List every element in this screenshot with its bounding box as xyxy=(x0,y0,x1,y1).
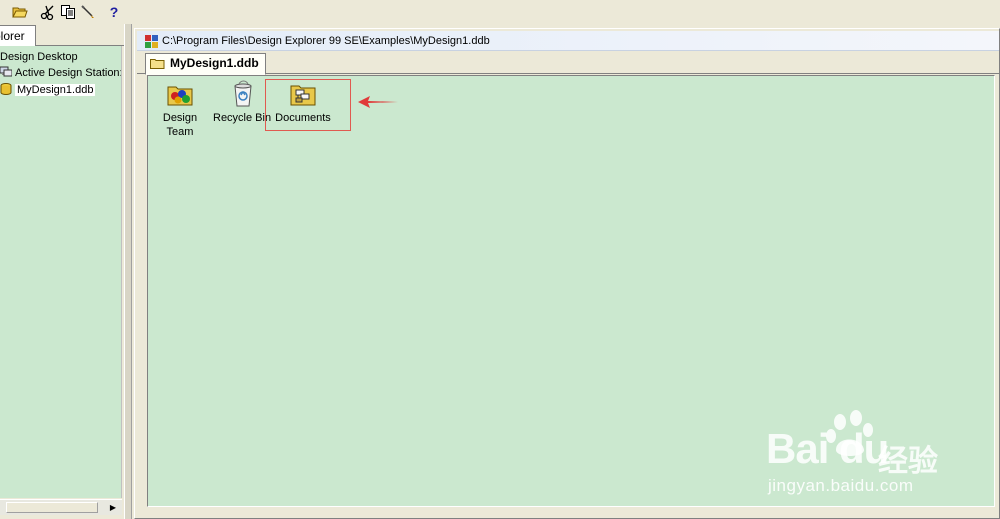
folder-icon xyxy=(150,59,165,69)
scrollbar-thumb[interactable] xyxy=(6,502,98,513)
open-folder-button[interactable] xyxy=(10,2,30,21)
panel-splitter[interactable] xyxy=(124,24,132,519)
copy-button[interactable] xyxy=(58,2,78,21)
item-label-line2: Team xyxy=(166,126,194,138)
paste-icon xyxy=(81,4,94,18)
explorer-panel: plorer Design Desktop Active Design Stat… xyxy=(0,24,124,519)
tree-item-label: Design Desktop xyxy=(0,51,78,63)
tab-mydesign1[interactable]: MyDesign1.ddb xyxy=(145,53,266,75)
database-window-icon xyxy=(145,35,158,48)
design-team-icon xyxy=(167,86,193,106)
tree-item-label: MyDesign1.ddb xyxy=(15,84,96,96)
tab-explorer-label: plorer xyxy=(0,29,25,43)
explorer-tree: Design Desktop Active Design Station: My… xyxy=(0,46,122,498)
paste-button[interactable] xyxy=(78,2,98,21)
item-label-line1: Design xyxy=(162,112,198,124)
explorer-horizontal-scrollbar[interactable]: ▶ xyxy=(0,499,122,515)
item-design-team[interactable]: Design Team xyxy=(149,79,211,139)
open-folder-icon xyxy=(12,7,28,17)
highlight-box xyxy=(265,79,351,131)
document-tab-strip: MyDesign1.ddb xyxy=(137,52,999,75)
document-title: C:\Program Files\Design Explorer 99 SE\E… xyxy=(162,35,490,47)
tab-mydesign1-label: MyDesign1.ddb xyxy=(170,56,259,70)
database-icon xyxy=(0,83,12,95)
tab-explorer[interactable]: plorer xyxy=(0,25,36,46)
scroll-right-arrow-icon[interactable]: ▶ xyxy=(108,502,118,513)
document-canvas: Design Team Recycle Bin Documents xyxy=(147,75,995,507)
cut-icon xyxy=(40,5,54,20)
help-icon: ? xyxy=(109,3,119,20)
red-arrow-icon xyxy=(358,96,398,108)
cut-button[interactable] xyxy=(38,2,58,21)
explorer-tab-strip: plorer xyxy=(0,24,124,46)
document-window: C:\Program Files\Design Explorer 99 SE\E… xyxy=(134,28,1000,519)
help-button[interactable]: ? xyxy=(104,2,124,21)
tree-item-design-desktop[interactable]: Design Desktop xyxy=(0,50,78,65)
copy-icon xyxy=(61,4,75,19)
station-icon xyxy=(0,66,12,77)
tree-item-mydesign1[interactable]: MyDesign1.ddb xyxy=(0,83,96,98)
tree-item-active-design-station[interactable]: Active Design Station: xyxy=(0,66,122,81)
tree-item-label: Active Design Station: xyxy=(15,67,122,79)
recycle-bin-icon xyxy=(234,80,252,107)
document-titlebar[interactable]: C:\Program Files\Design Explorer 99 SE\E… xyxy=(137,31,999,51)
main-toolbar: ? xyxy=(0,0,1000,24)
